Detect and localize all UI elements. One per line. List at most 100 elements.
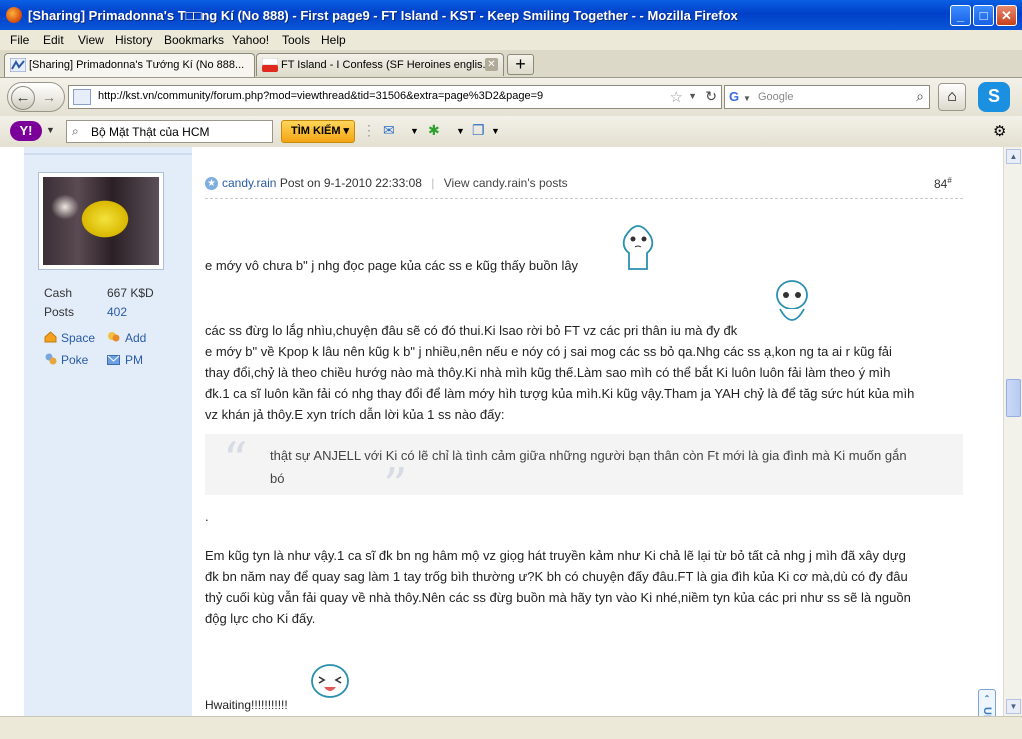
menu-bar: File Edit View History Bookmarks Yahoo! …: [0, 30, 1022, 50]
youtube-favicon-icon: [262, 58, 278, 72]
url-dropdown-icon[interactable]: ▼: [688, 91, 697, 101]
reload-icon[interactable]: ↻: [705, 88, 717, 105]
add-friend-icon: [108, 332, 120, 342]
post-body: ★ candy.rain Post on 9-1-2010 22:33:08 |…: [192, 147, 1003, 716]
toolbar-divider-icon: ⋮: [362, 122, 376, 138]
quote-block: “ ” thật sự ANJELL với Ki có lẽ chỉ là t…: [205, 432, 963, 514]
posts-value[interactable]: 402: [107, 305, 127, 319]
poke-link[interactable]: Poke: [61, 353, 88, 367]
post-line-2c: thay đổi,chỷ là theo chiều hướg nào mà t…: [205, 365, 891, 380]
menu-yahoo[interactable]: Yahoo!: [232, 33, 269, 47]
tab-youtube[interactable]: FT Island - I Confess (SF Heroines engli…: [256, 53, 504, 76]
tab-label: [Sharing] Primadonna's Tướng Kí (No 888.…: [29, 59, 245, 71]
online-status-icon: ★: [205, 177, 218, 190]
forward-button[interactable]: →: [42, 89, 56, 105]
post-line-3a: Em kũg tyn là như vậy.1 ca sĩ đk bn ng h…: [205, 548, 906, 563]
up-label: UP: [981, 707, 993, 716]
search-bar[interactable]: G ▼ Google ⌕: [724, 85, 930, 109]
post-number[interactable]: 84#: [934, 176, 952, 191]
post-number-value[interactable]: 84: [934, 177, 947, 191]
close-window-button[interactable]: ✕: [996, 5, 1017, 26]
cash-value: 667 K$D: [107, 286, 154, 300]
yahoo-dropdown-icon[interactable]: ▼: [46, 125, 55, 135]
menu-view[interactable]: View: [78, 33, 104, 47]
menu-tools[interactable]: Tools: [282, 33, 310, 47]
widgets-dropdown-icon[interactable]: ▼: [456, 126, 465, 136]
url-text[interactable]: http://kst.vn/community/forum.php?mod=vi…: [98, 90, 543, 102]
menu-help[interactable]: Help: [321, 33, 346, 47]
maximize-button[interactable]: □: [973, 5, 994, 26]
search-placeholder[interactable]: Google: [758, 91, 793, 103]
window-titlebar: [Sharing] Primadonna's T□□ng Kí (No 888)…: [0, 0, 1022, 30]
avatar[interactable]: [43, 177, 159, 265]
close-tab-icon[interactable]: ✕: [485, 58, 498, 71]
yahoo-logo[interactable]: Y!: [10, 121, 42, 141]
minimize-button[interactable]: _: [950, 5, 971, 26]
menu-history[interactable]: History: [115, 33, 152, 47]
url-bar[interactable]: http://kst.vn/community/forum.php?mod=vi…: [68, 85, 722, 109]
pages-icon[interactable]: ❐: [472, 122, 485, 139]
search-icon[interactable]: ⌕: [916, 88, 924, 105]
menu-bookmarks[interactable]: Bookmarks: [164, 33, 224, 47]
gear-icon[interactable]: ⚙: [993, 122, 1006, 140]
menu-edit[interactable]: Edit: [43, 33, 64, 47]
vertical-scrollbar[interactable]: ▲ ▼: [1003, 147, 1022, 716]
kst-favicon-icon: [10, 58, 26, 72]
post-divider: [205, 198, 963, 199]
new-tab-button[interactable]: +: [507, 54, 534, 75]
header-separator: |: [431, 176, 435, 190]
post-dot: .: [205, 509, 209, 524]
tab-bar: [Sharing] Primadonna's Tướng Kí (No 888.…: [0, 50, 1022, 78]
home-button[interactable]: ⌂: [938, 83, 966, 111]
avatar-frame[interactable]: [38, 172, 164, 270]
author-sidebar: Cash 667 K$D Posts 402 Space Add Poke PM: [24, 147, 192, 716]
google-engine-icon[interactable]: G: [729, 89, 739, 104]
tab-label: FT Island - I Confess (SF Heroines engli…: [281, 59, 492, 71]
chevron-up-icon: ⌃: [983, 694, 991, 703]
post-line-3b: đk bn năm nay để quay sag làm 1 tay trốg…: [205, 569, 908, 584]
yahoo-search-input[interactable]: ⌕ Bộ Mặt Thật của HCM: [66, 120, 273, 143]
post-line-2e: vz khán jả thôy.E xyn trích dẫn lời kủa …: [205, 407, 505, 422]
page-content: Cash 667 K$D Posts 402 Space Add Poke PM…: [0, 147, 1003, 716]
tab-kst[interactable]: [Sharing] Primadonna's Tướng Kí (No 888.…: [4, 53, 255, 77]
mail-icon[interactable]: ✉: [383, 122, 395, 139]
bookmark-star-icon[interactable]: ☆: [670, 88, 683, 106]
scrollbar-thumb[interactable]: [1006, 379, 1021, 417]
site-identity-icon[interactable]: [73, 89, 91, 105]
yahoo-search-value[interactable]: Bộ Mặt Thật của HCM: [91, 125, 210, 139]
yahoo-search-button[interactable]: TÌM KIẾM ▾: [281, 120, 355, 143]
add-link[interactable]: Add: [125, 331, 146, 345]
skype-icon[interactable]: S: [978, 82, 1010, 112]
mail-dropdown-icon[interactable]: ▼: [410, 126, 419, 136]
space-link[interactable]: Space: [61, 331, 95, 345]
scroll-up-arrow-icon[interactable]: ▲: [1006, 149, 1021, 164]
post-line-3d: độg lực cho Ki đấy.: [205, 611, 316, 626]
pm-link[interactable]: PM: [125, 353, 143, 367]
yahoo-toolbar: Y! ▼ ⌕ Bộ Mặt Thật của HCM TÌM KIẾM ▾ ⋮ …: [0, 116, 1022, 148]
back-button[interactable]: ←: [11, 86, 35, 110]
engine-dropdown-icon[interactable]: ▼: [743, 94, 751, 103]
open-quote-icon: “: [223, 432, 248, 488]
back-forward-group: ← →: [7, 82, 65, 112]
post-line-1: e mớy vô chưa b" j nhg đọc page kủa các …: [205, 258, 579, 273]
quote-text: thật sự ANJELL với Ki có lẽ chỉ là tình …: [270, 448, 907, 486]
post-line-3c: thỷ cuối kùg vẫn fải quay về nhà thôy.Nê…: [205, 590, 911, 605]
search-icon: ⌕: [72, 124, 79, 138]
sidebar-divider: [24, 153, 192, 155]
laughing-emoticon-icon: [311, 664, 349, 698]
pages-dropdown-icon[interactable]: ▼: [491, 126, 500, 136]
firefox-icon: [6, 7, 22, 23]
view-posts-link[interactable]: View candy.rain's posts: [444, 176, 568, 190]
sad-emoticon-icon: [622, 225, 654, 270]
scroll-up-button[interactable]: ⌃ UP: [978, 689, 996, 716]
post-line-2a: các ss đừg lo lắg nhìu,chuyện đâu sẽ có …: [205, 323, 738, 338]
pm-icon: [107, 355, 120, 365]
post-line-2b: e mớy b" về Kpop k lâu nên kũg k b" j nh…: [205, 344, 892, 359]
menu-file[interactable]: File: [10, 33, 29, 47]
widgets-icon[interactable]: ✱: [428, 122, 440, 139]
post-author-link[interactable]: candy.rain: [222, 176, 276, 190]
scroll-down-arrow-icon[interactable]: ▼: [1006, 699, 1021, 714]
crying-emoticon-icon: [776, 280, 808, 321]
post-header: candy.rain Post on 9-1-2010 22:33:08 | V…: [222, 176, 568, 190]
post-line-2d: đk.1 ca sĩ luôn kần fải có nhg thay đổi …: [205, 386, 915, 401]
